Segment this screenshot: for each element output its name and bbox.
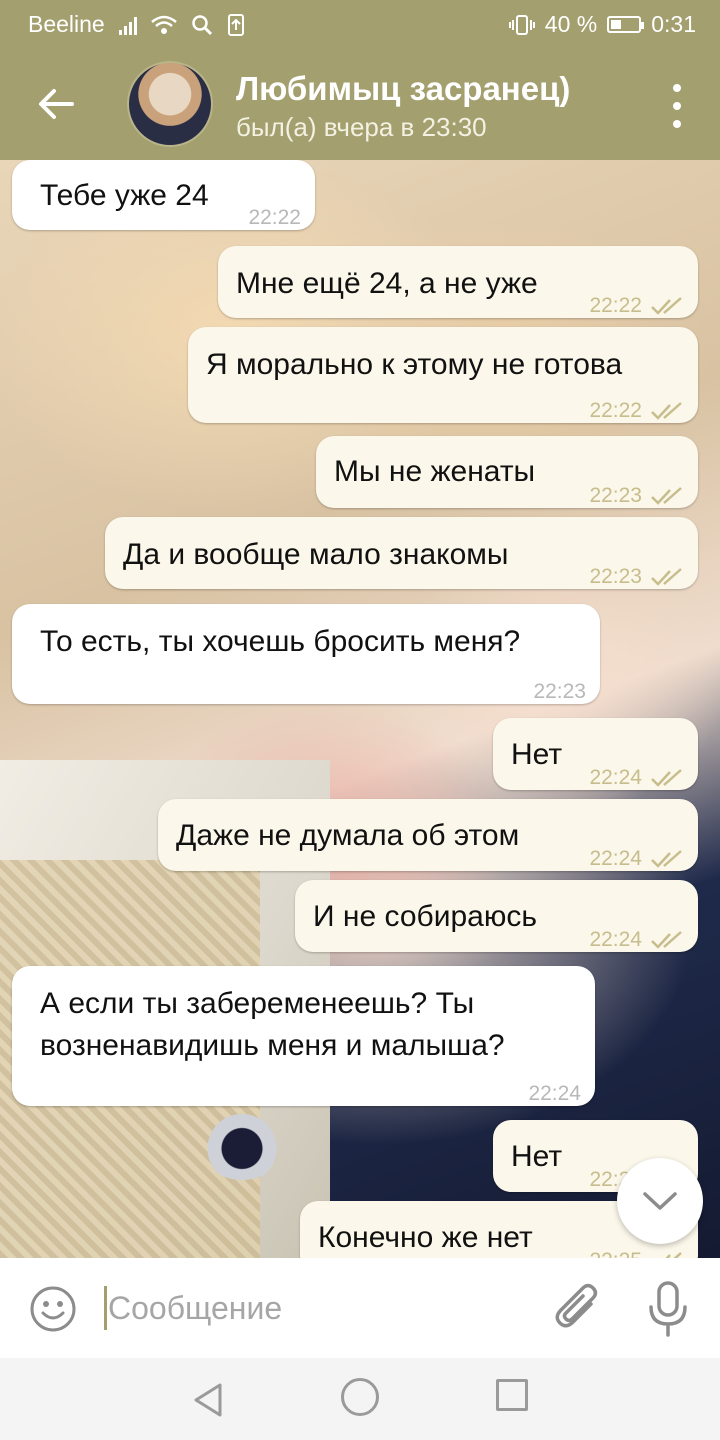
system-nav-bar <box>0 1358 720 1440</box>
battery-percent: 40 % <box>544 11 598 37</box>
message-time: 22:25 <box>589 1241 684 1258</box>
contact-name[interactable]: Любимыц засранец) <box>236 70 570 108</box>
more-menu-button[interactable] <box>662 84 692 128</box>
message-bubble-outgoing[interactable]: Даже не думала об этом 22:24 <box>158 799 698 871</box>
message-text: Нет <box>511 738 563 771</box>
paperclip-icon[interactable] <box>553 1282 603 1336</box>
double-check-icon <box>651 402 682 420</box>
message-time: 22:23 <box>533 680 586 703</box>
message-list[interactable]: Тебе уже 24 22:22 Мне ещё 24, а не уже 2… <box>0 160 720 1258</box>
double-check-icon <box>651 487 682 505</box>
nav-home-icon[interactable] <box>341 1378 379 1416</box>
message-bubble-incoming[interactable]: А если ты забеременеешь? Ты возненавидиш… <box>12 966 595 1106</box>
double-check-icon <box>651 850 682 868</box>
message-bubble-outgoing[interactable]: И не собираюсь 22:24 <box>295 880 698 952</box>
message-time: 22:23 <box>589 476 684 516</box>
message-text: Конечно же нет <box>318 1221 533 1254</box>
message-time: 22:22 <box>589 286 684 326</box>
double-check-icon <box>651 568 682 586</box>
message-text: Да и вообще мало знакомы <box>123 538 509 571</box>
composer-bar <box>0 1258 720 1358</box>
wallpaper-brooch <box>200 1110 284 1180</box>
double-check-icon <box>651 931 682 949</box>
message-text: Мы не женаты <box>334 455 536 488</box>
message-time: 22:22 <box>589 391 684 431</box>
message-time: 22:24 <box>589 758 684 798</box>
nav-back-icon[interactable] <box>188 1380 228 1420</box>
chat-header: Любимыц засранец) был(а) вчера в 23:30 <box>0 48 720 160</box>
search-icon <box>191 14 212 35</box>
message-time: 22:24 <box>589 839 684 879</box>
double-check-icon <box>651 297 682 315</box>
more-vertical-icon <box>673 84 681 92</box>
message-time: 22:24 <box>528 1082 581 1105</box>
message-text: А если ты забеременеешь? Ты <box>40 987 475 1020</box>
arrow-left-icon <box>39 89 74 119</box>
message-text: То есть, ты хочешь бросить меня? <box>40 625 521 658</box>
message-bubble-incoming[interactable]: Тебе уже 24 22:22 <box>12 160 315 230</box>
vibrate-icon <box>508 14 535 35</box>
message-text: Нет <box>511 1140 563 1173</box>
message-bubble-incoming[interactable]: То есть, ты хочешь бросить меня? 22:23 <box>12 604 600 704</box>
microphone-icon[interactable] <box>647 1280 689 1338</box>
nav-recents-icon[interactable] <box>496 1379 528 1411</box>
message-bubble-outgoing[interactable]: Я морально к этому не готова 22:22 <box>188 327 698 423</box>
last-seen-status: был(а) вчера в 23:30 <box>236 112 487 142</box>
scroll-to-bottom-button[interactable] <box>617 1158 703 1244</box>
wifi-icon <box>150 15 177 34</box>
message-input[interactable] <box>108 1282 508 1334</box>
back-button[interactable] <box>30 78 82 130</box>
message-time: 22:24 <box>589 920 684 960</box>
message-time: 22:23 <box>589 557 684 597</box>
message-bubble-outgoing[interactable]: Мне ещё 24, а не уже 22:22 <box>218 246 698 318</box>
status-bar: Beeline 40 % 0:31 <box>0 0 720 48</box>
double-check-icon <box>651 769 682 787</box>
message-bubble-outgoing[interactable]: Нет 22:24 <box>493 718 698 790</box>
message-time: 22:22 <box>248 206 301 229</box>
clock: 0:31 <box>651 11 696 37</box>
chevron-down-icon <box>643 1192 677 1210</box>
message-text: Тебе уже 24 <box>40 179 209 212</box>
message-text: И не собираюсь <box>313 900 537 933</box>
message-bubble-outgoing[interactable]: Да и вообще мало знакомы 22:23 <box>105 517 698 589</box>
message-text: Я морально к этому не готова <box>206 348 623 381</box>
carrier-name: Beeline <box>28 11 105 37</box>
message-bubble-outgoing[interactable]: Мы не женаты 22:23 <box>316 436 698 508</box>
double-check-icon <box>665 1252 682 1258</box>
upload-icon <box>227 13 244 36</box>
message-text: Мне ещё 24, а не уже <box>236 267 538 300</box>
smiley-icon[interactable] <box>28 1284 78 1334</box>
signal-icon <box>118 15 137 35</box>
text-cursor <box>104 1286 107 1330</box>
message-text: Даже не думала об этом <box>176 819 520 852</box>
avatar[interactable] <box>127 61 213 147</box>
message-text-line-2: возненавидишь меня и малыша? <box>40 1029 505 1062</box>
battery-icon <box>607 16 645 33</box>
